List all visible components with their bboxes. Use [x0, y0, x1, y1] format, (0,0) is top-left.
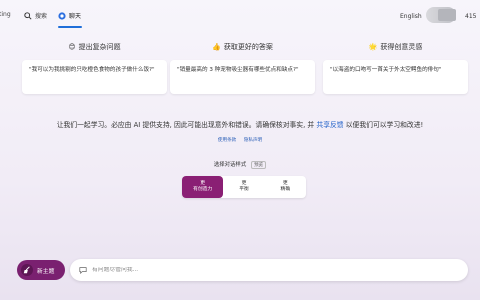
tab-chat[interactable]: 聊天 [58, 11, 81, 20]
tab-label: 搜索 [35, 13, 48, 20]
style-option-label: 精确 [280, 187, 291, 192]
new-topic-label: 新主题 [37, 268, 55, 275]
avatar[interactable] [426, 7, 456, 23]
style-precise-button[interactable]: 更 精确 [265, 176, 306, 198]
feature-title: 提出复杂问题 [78, 43, 121, 51]
preview-badge: 预览 [250, 161, 267, 169]
top-bar: ting 搜索 聊天 English 415 [0, 0, 480, 34]
smile-icon: 😊 [68, 43, 76, 51]
chat-bubble-icon [79, 267, 87, 274]
example-prompt-card[interactable]: "销量最高的 3 种宠物吸尘器有哪些优点和缺点?" [170, 60, 315, 94]
feature-header: 👍 获取更好的答案 [170, 40, 315, 54]
feature-column-complex: 😊 提出复杂问题 "我可以为我挑剔的只吃橙色食物的孩子做什么饭?" [22, 40, 167, 94]
disclaimer-after: 以便我们可以学习和改进! [345, 121, 424, 129]
chat-input-box[interactable] [70, 259, 468, 281]
share-feedback-link[interactable]: 共享反馈 [316, 121, 343, 129]
style-label-text: 选择对话样式 [213, 162, 247, 168]
conversation-style-selector: 更 有创造力 更 平衡 更 精确 [182, 176, 306, 198]
terms-link[interactable]: 使用条款 [218, 138, 236, 143]
feature-title: 获得创意灵感 [380, 43, 423, 51]
example-prompt-card[interactable]: "我可以为我挑剔的只吃橙色食物的孩子做什么饭?" [22, 60, 167, 94]
feature-column-creative: 🌟 获得创意灵感 "以海盗的口吻写一首关于外太空鳄鱼的俳句" [323, 40, 468, 94]
new-topic-button[interactable]: 新主题 [17, 260, 65, 280]
style-balanced-button[interactable]: 更 平衡 [223, 176, 264, 198]
disclaimer-text: 让我们一起学习。必应由 AI 提供支持, 因此可能出现意外和错误。请确保核对事实… [0, 119, 480, 129]
style-creative-button[interactable]: 更 有创造力 [182, 176, 224, 198]
tab-label: 聊天 [69, 13, 82, 20]
feature-column-answers: 👍 获取更好的答案 "销量最高的 3 种宠物吸尘器有哪些优点和缺点?" [170, 40, 315, 94]
chat-icon [58, 11, 66, 20]
feature-header: 🌟 获得创意灵感 [323, 40, 468, 54]
thumbs-up-icon: 👍 [212, 43, 221, 51]
active-tab-indicator [58, 26, 82, 28]
star-icon: 🌟 [368, 43, 378, 51]
conversation-style-label: 选择对话样式 预览 [0, 160, 480, 169]
feature-header: 😊 提出复杂问题 [22, 40, 167, 54]
disclaimer-before: 让我们一起学习。必应由 AI 提供支持, 因此可能出现意外和错误。请确保核对事实… [56, 121, 315, 129]
rewards-count[interactable]: 415 [465, 13, 476, 20]
legal-links: 使用条款 隐私声明 [0, 137, 480, 143]
privacy-link[interactable]: 隐私声明 [244, 138, 262, 143]
example-prompt-card[interactable]: "以海盗的口吻写一首关于外太空鳄鱼的俳句" [323, 60, 468, 94]
tab-search[interactable]: 搜索 [24, 11, 47, 20]
search-icon [24, 11, 32, 20]
style-option-label: 平衡 [239, 187, 249, 192]
style-option-label: 有创造力 [193, 187, 213, 192]
tab-copilot[interactable]: ting [0, 11, 11, 18]
language-switch[interactable]: English [400, 13, 422, 20]
chat-input[interactable] [92, 267, 392, 273]
feature-title: 获取更好的答案 [223, 43, 273, 51]
broom-icon [21, 264, 33, 276]
tab-label: ting [0, 11, 11, 18]
